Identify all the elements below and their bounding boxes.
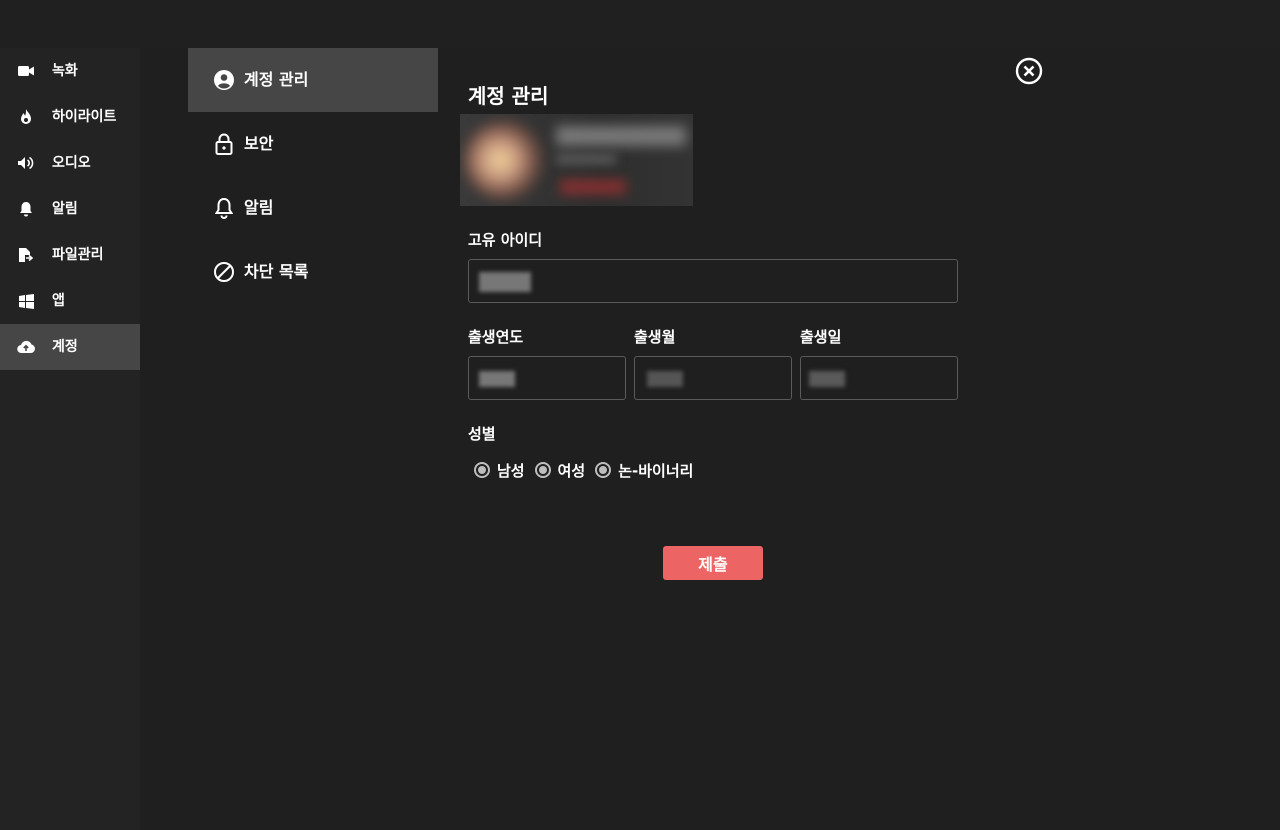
sidebar-item-file-management[interactable]: 파일관리 [0,232,140,278]
submenu-item-label: 보안 [244,134,274,153]
block-icon [212,260,236,284]
sidebar-item-apps[interactable]: 앱 [0,278,140,324]
gender-option-male[interactable]: 남성 [474,460,525,481]
radio-icon [474,462,490,478]
redacted-value [479,272,531,292]
gender-option-female[interactable]: 여성 [534,460,586,481]
bell-outline-icon [212,196,236,220]
unique-id-field[interactable] [468,259,958,303]
unique-id-label: 고유 아이디 [468,231,543,249]
page-title: 계정 관리 [468,84,549,108]
sidebar-item-label: 녹화 [52,63,78,79]
radio-icon [595,462,612,478]
birth-day-field[interactable] [800,356,958,400]
redacted-value [647,371,683,387]
radio-icon [534,462,551,478]
sidebar-item-label: 오디오 [52,155,91,171]
birth-month-field[interactable] [634,356,792,400]
sidebar-item-label: 계정 [52,339,78,355]
sidebar-item-notifications[interactable]: 알림 [0,186,140,232]
sidebar-item-label: 하이라이트 [52,109,117,125]
sidebar-item-recording[interactable]: 녹화 [0,48,140,94]
redacted-value [479,371,515,387]
submenu-item-label: 알림 [244,198,274,217]
gender-label: 성별 [468,425,496,443]
close-icon [1015,57,1043,89]
sidebar-item-highlight[interactable]: 하이라이트 [0,94,140,140]
radio-label: 여성 [557,461,586,480]
submenu-item-label: 계정 관리 [244,70,309,89]
profile-card [460,114,693,206]
redacted-value [809,371,845,387]
birth-year-label: 출생연도 [468,328,524,346]
submit-button[interactable]: 제출 [663,546,763,580]
account-submenu: 계정 관리 보안 알림 차단 목록 [188,48,438,830]
sidebar-item-label: 파일관리 [52,247,104,263]
video-camera-icon [17,62,35,80]
submenu-item-security[interactable]: 보안 [188,112,438,176]
avatar [464,120,544,200]
sidebar-item-label: 알림 [52,201,78,217]
sidebar-item-label: 앱 [52,293,65,309]
top-bar [0,0,1280,48]
radio-label: 논-바이너리 [618,461,694,480]
profile-badge-blurred [560,180,626,194]
user-circle-icon [212,68,236,92]
radio-label: 남성 [497,461,525,480]
sidebar: 녹화 하이라이트 오디오 알림 파일관리 앱 계정 [0,48,140,830]
submenu-item-block-list[interactable]: 차단 목록 [188,240,438,304]
submenu-item-account-management[interactable]: 계정 관리 [188,48,438,112]
windows-icon [17,292,35,310]
birth-month-label: 출생월 [634,328,676,346]
sidebar-item-account[interactable]: 계정 [0,324,140,370]
cloud-upload-icon [17,338,35,356]
gender-option-non-binary[interactable]: 논-바이너리 [595,460,693,481]
sidebar-item-audio[interactable]: 오디오 [0,140,140,186]
bell-icon [17,200,35,218]
close-button[interactable] [1015,57,1043,85]
submenu-item-label: 차단 목록 [244,262,309,281]
birth-day-label: 출생일 [800,328,842,346]
flame-icon [17,108,35,126]
lock-icon [212,132,236,156]
profile-name-blurred [556,126,686,146]
file-export-icon [17,246,35,264]
birth-year-field[interactable] [468,356,626,400]
submenu-item-notifications[interactable]: 알림 [188,176,438,240]
gender-radio-group: 남성 여성 논-바이너리 [474,458,703,482]
speaker-icon [17,154,35,172]
profile-subtext-blurred [556,154,616,164]
